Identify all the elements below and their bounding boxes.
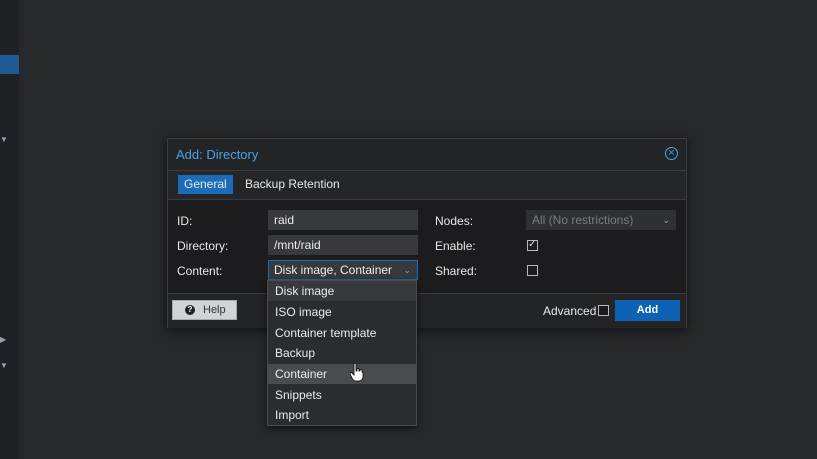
add-directory-dialog: Add: Directory × General Backup Retentio…	[167, 138, 687, 328]
close-icon[interactable]: ×	[665, 147, 678, 160]
add-button[interactable]: Add	[615, 300, 680, 321]
nodes-select[interactable]: All (No restrictions) ⌄	[526, 210, 676, 230]
dialog-title: Add: Directory	[176, 147, 259, 162]
id-field[interactable]: raid	[268, 210, 418, 230]
option-container[interactable]: Container	[268, 364, 416, 384]
option-iso-image[interactable]: ISO image	[268, 302, 416, 322]
shared-label: Shared:	[435, 264, 478, 278]
enable-label: Enable:	[435, 239, 476, 253]
content-label: Content:	[177, 264, 223, 278]
option-snippets[interactable]: Snippets	[268, 385, 416, 405]
directory-label: Directory:	[177, 239, 229, 253]
left-selected-item[interactable]	[0, 55, 19, 74]
caret-right-icon[interactable]: ▶	[0, 336, 6, 344]
advanced-label: Advanced	[543, 304, 597, 318]
tab-bar: General Backup Retention	[168, 171, 686, 200]
help-button-label: Help	[203, 304, 226, 316]
advanced-checkbox[interactable]	[598, 305, 609, 316]
content-select-value: Disk image, Container	[274, 263, 393, 277]
caret-down-icon[interactable]: ▼	[0, 362, 8, 370]
dialog-footer: ? Help Advanced Add	[168, 293, 686, 328]
enable-checkbox[interactable]: ✓	[527, 239, 538, 251]
hand-pointer-icon	[350, 363, 364, 382]
chevron-down-icon[interactable]: ⌄	[403, 261, 411, 279]
caret-down-icon[interactable]: ▼	[0, 136, 8, 144]
dialog-titlebar: Add: Directory ×	[168, 139, 686, 171]
id-label: ID:	[177, 214, 193, 228]
tab-backup-retention[interactable]: Backup Retention	[239, 175, 346, 194]
nodes-select-value: All (No restrictions)	[532, 213, 634, 227]
shared-checkbox[interactable]	[527, 265, 538, 276]
option-import[interactable]: Import	[268, 405, 416, 425]
question-circle-icon: ?	[185, 305, 195, 315]
option-disk-image[interactable]: Disk image	[268, 281, 416, 301]
tab-general[interactable]: General	[178, 175, 233, 194]
option-container-template[interactable]: Container template	[268, 323, 416, 343]
left-navigation-panel: ▼ ▶ ▼	[0, 0, 19, 459]
check-icon: ✓	[528, 239, 537, 250]
directory-field[interactable]: /mnt/raid	[268, 235, 418, 255]
help-button[interactable]: ? Help	[172, 300, 237, 320]
content-dropdown-list: Disk image ISO image Container template …	[267, 280, 417, 426]
nodes-label: Nodes:	[435, 214, 474, 228]
chevron-down-icon[interactable]: ⌄	[662, 210, 670, 230]
content-select[interactable]: Disk image, Container ⌄	[268, 260, 418, 280]
option-backup[interactable]: Backup	[268, 343, 416, 363]
